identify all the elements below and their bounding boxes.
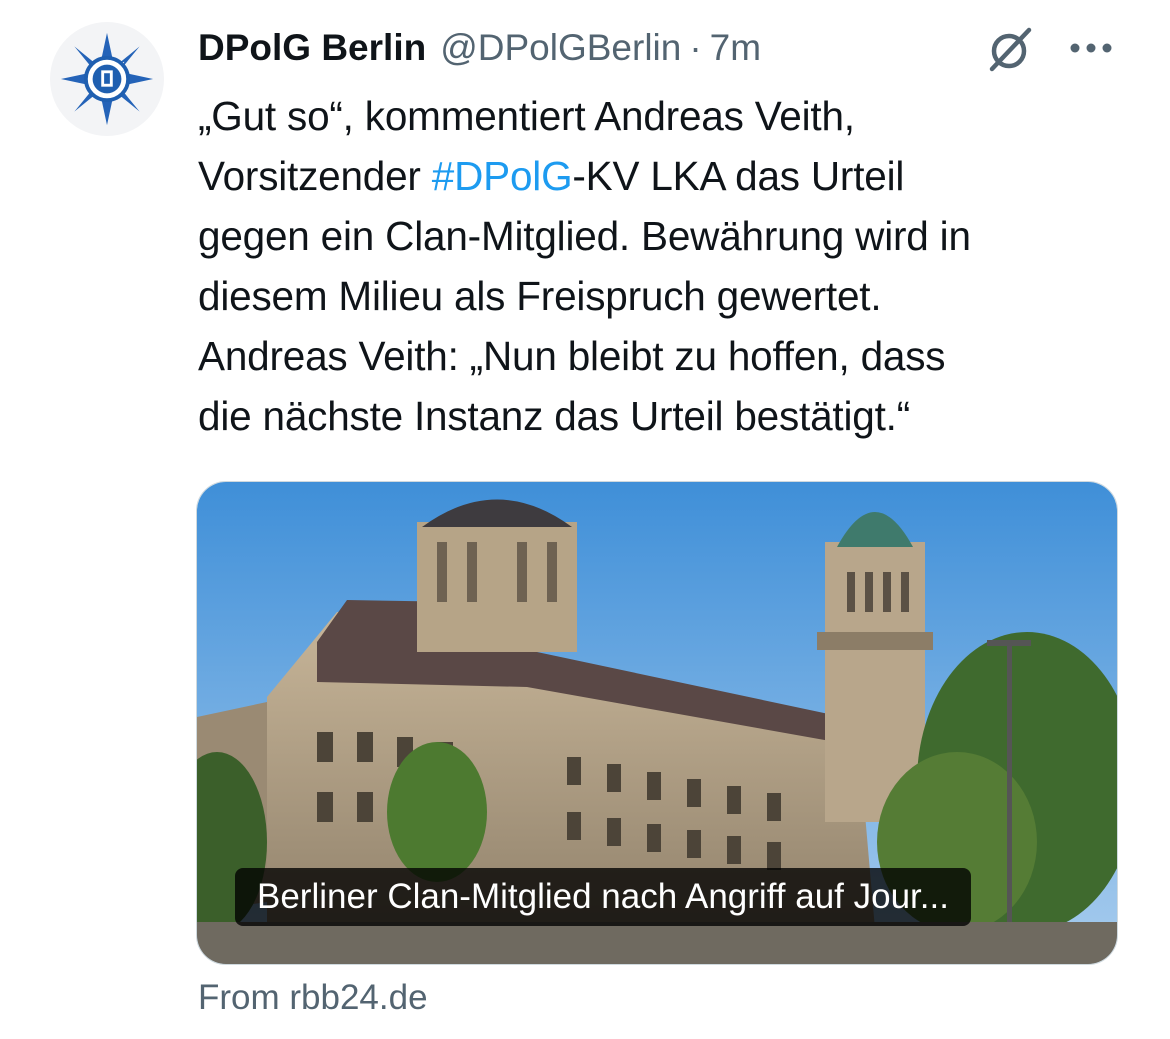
tweet-text: „Gut so“, kommentiert Andreas Veith, Vor… (198, 86, 1133, 446)
author-name[interactable]: DPolG Berlin (198, 27, 426, 69)
tweet-text-segment: Vorsitzender (198, 153, 432, 199)
tweet-text-segment: -KV LKA das Urteil (572, 153, 905, 199)
tweet-text-line: diesem Milieu als Freispruch gewertet. (198, 273, 882, 319)
tweet-text-line: „Gut so“, kommentiert Andreas Veith, (198, 93, 855, 139)
tweet-timestamp[interactable]: 7m (710, 27, 761, 69)
tweet-text-line: die nächste Instanz das Urteil bestätigt… (198, 393, 910, 439)
card-title: Berliner Clan-Mitglied nach Angriff auf … (235, 868, 971, 926)
separator-dot: · (689, 27, 702, 68)
hashtag-link[interactable]: #DPolG (432, 153, 573, 199)
tweet-text-line: Andreas Veith: „Nun bleibt zu hoffen, da… (198, 333, 946, 379)
more-icon[interactable] (1068, 30, 1114, 66)
card-source[interactable]: From rbb24.de (198, 978, 428, 1018)
author-handle[interactable]: @DPolGBerlin (440, 27, 681, 69)
avatar[interactable] (50, 22, 164, 136)
police-star-logo (60, 32, 154, 126)
tweet-text-line: Vorsitzender #DPolG-KV LKA das Urteil (198, 146, 1133, 206)
grok-icon[interactable] (985, 24, 1035, 74)
tweet-text-line: gegen ein Clan-Mitglied. Bewährung wird … (198, 213, 971, 259)
link-card[interactable]: Berliner Clan-Mitglied nach Angriff auf … (196, 481, 1118, 965)
